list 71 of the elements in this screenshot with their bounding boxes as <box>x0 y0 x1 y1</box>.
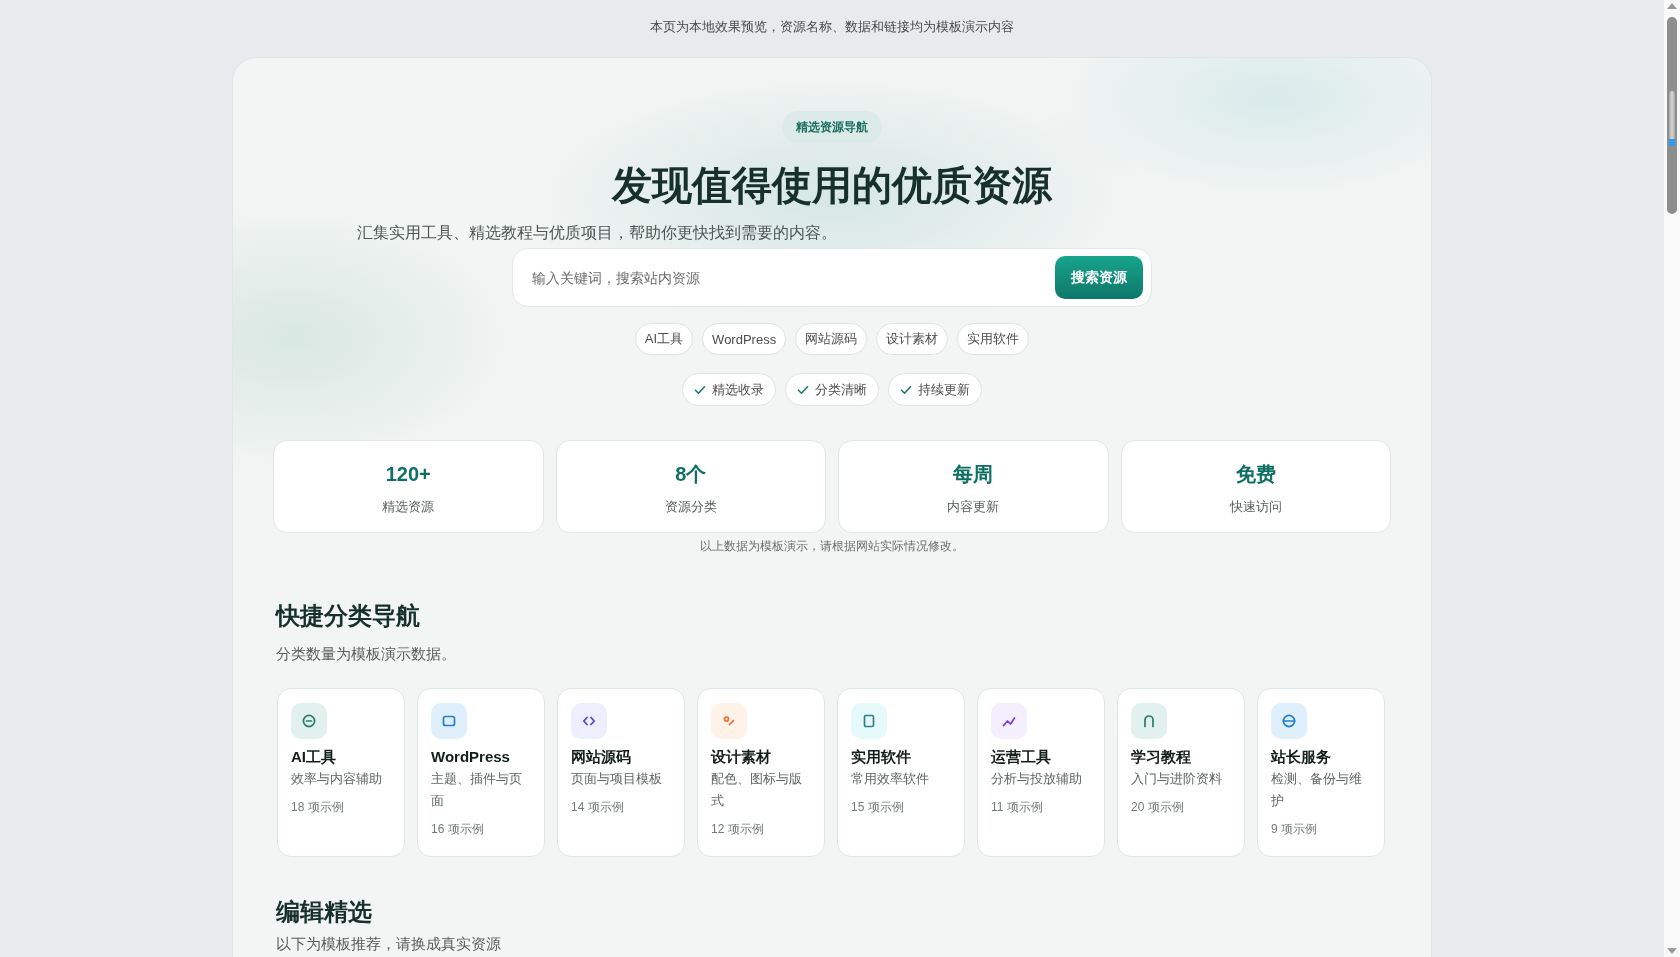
search-field[interactable]: 输入关键词，搜索站内资源 <box>532 257 1045 298</box>
scrollbar-thumb[interactable] <box>1667 17 1677 214</box>
stat-label: 精选资源 <box>382 498 435 516</box>
category-title: 站长服务 <box>1271 747 1331 767</box>
page-title: 发现值得使用的优质资源 <box>612 162 1052 209</box>
page-subtitle: 汇集实用工具、精选教程与优质项目，帮助你更快找到需要的内容。 <box>357 224 837 241</box>
category-card[interactable]: 站长服务 检测、备份与维护 9 项示例 <box>1257 688 1385 857</box>
arch-icon <box>1131 703 1167 739</box>
stats-note: 以上数据为模板演示，请根据网站实际情况修改。 <box>700 539 964 553</box>
category-description: 主题、插件与页面 <box>431 770 523 810</box>
stat-label: 内容更新 <box>947 498 1000 516</box>
category-title: 运营工具 <box>991 747 1051 767</box>
feature-label: 精选收录 <box>712 380 764 399</box>
category-count: 12 项示例 <box>711 821 764 838</box>
stat-value: 免费 <box>1235 462 1276 487</box>
search-button[interactable]: 搜索资源 <box>1055 256 1143 299</box>
category-description: 配色、图标与版式 <box>711 770 803 810</box>
stat-value: 120+ <box>385 462 431 487</box>
stat-label: 快速访问 <box>1229 498 1282 516</box>
category-description: 效率与内容辅助 <box>291 770 382 788</box>
category-description: 页面与项目模板 <box>571 770 662 788</box>
stat-label: 资源分类 <box>664 498 717 516</box>
section-subtitle: 分类数量为模板演示数据。 <box>276 644 456 664</box>
section-title: 编辑精选 <box>276 897 372 927</box>
check-icon <box>900 383 912 396</box>
category-count: 15 项示例 <box>851 799 904 816</box>
code-icon <box>571 703 607 739</box>
feature-label: 分类清晰 <box>815 380 867 399</box>
category-description: 检测、备份与维护 <box>1271 770 1363 810</box>
section-title: 快捷分类导航 <box>276 601 420 631</box>
tag-link[interactable]: WordPress <box>702 323 787 355</box>
category-title: WordPress <box>431 747 510 767</box>
category-count: 16 项示例 <box>431 821 484 838</box>
category-title: 实用软件 <box>851 747 911 767</box>
category-description: 入门与进阶资料 <box>1131 770 1222 788</box>
circle-line-icon <box>1271 703 1307 739</box>
check-icon <box>797 383 809 396</box>
search-bar[interactable]: 输入关键词，搜索站内资源 搜索资源 <box>512 248 1152 307</box>
category-card[interactable]: 运营工具 分析与投放辅助 11 项示例 <box>977 688 1105 857</box>
category-card[interactable]: AI工具 效率与内容辅助 18 项示例 <box>277 688 405 857</box>
zigzag-line-icon <box>991 703 1027 739</box>
tag-link[interactable]: AI工具 <box>634 323 694 355</box>
section-subtitle: 以下为模板推荐，请换成真实资源 <box>276 934 501 954</box>
category-card[interactable]: WordPress 主题、插件与页面 16 项示例 <box>417 688 545 857</box>
notice-text: 本页为本地效果预览，资源名称、数据和链接均为模板演示内容 <box>650 19 1014 34</box>
category-card[interactable]: 网站源码 页面与项目模板 14 项示例 <box>557 688 685 857</box>
scroll-up-icon[interactable] <box>1667 2 1677 9</box>
check-icon <box>694 383 706 396</box>
category-title: 设计素材 <box>711 747 771 767</box>
feature-label: 持续更新 <box>918 380 970 399</box>
category-title: 网站源码 <box>571 747 631 767</box>
section-badge: 精选资源导航 <box>782 111 882 143</box>
category-card[interactable]: 学习教程 入门与进阶资料 20 项示例 <box>1117 688 1245 857</box>
tag-link[interactable]: 网站源码 <box>795 323 868 355</box>
category-count: 14 项示例 <box>571 799 624 816</box>
category-count: 18 项示例 <box>291 799 344 816</box>
scroll-down-icon[interactable] <box>1667 948 1677 955</box>
category-title: 学习教程 <box>1131 747 1191 767</box>
category-count: 20 项示例 <box>1131 799 1184 816</box>
category-description: 常用效率软件 <box>851 770 929 788</box>
category-title: AI工具 <box>291 747 336 767</box>
stat-value: 8个 <box>675 462 707 487</box>
category-card[interactable]: 实用软件 常用效率软件 15 项示例 <box>837 688 965 857</box>
category-description: 分析与投放辅助 <box>991 770 1082 788</box>
category-count: 9 项示例 <box>1271 821 1317 838</box>
category-card[interactable]: 设计素材 配色、图标与版式 12 项示例 <box>697 688 825 857</box>
tag-link[interactable]: 实用软件 <box>957 323 1030 355</box>
stat-value: 每周 <box>953 462 994 487</box>
dot-slash-icon <box>711 703 747 739</box>
tag-link[interactable]: 设计素材 <box>876 323 949 355</box>
category-count: 11 项示例 <box>991 799 1043 816</box>
